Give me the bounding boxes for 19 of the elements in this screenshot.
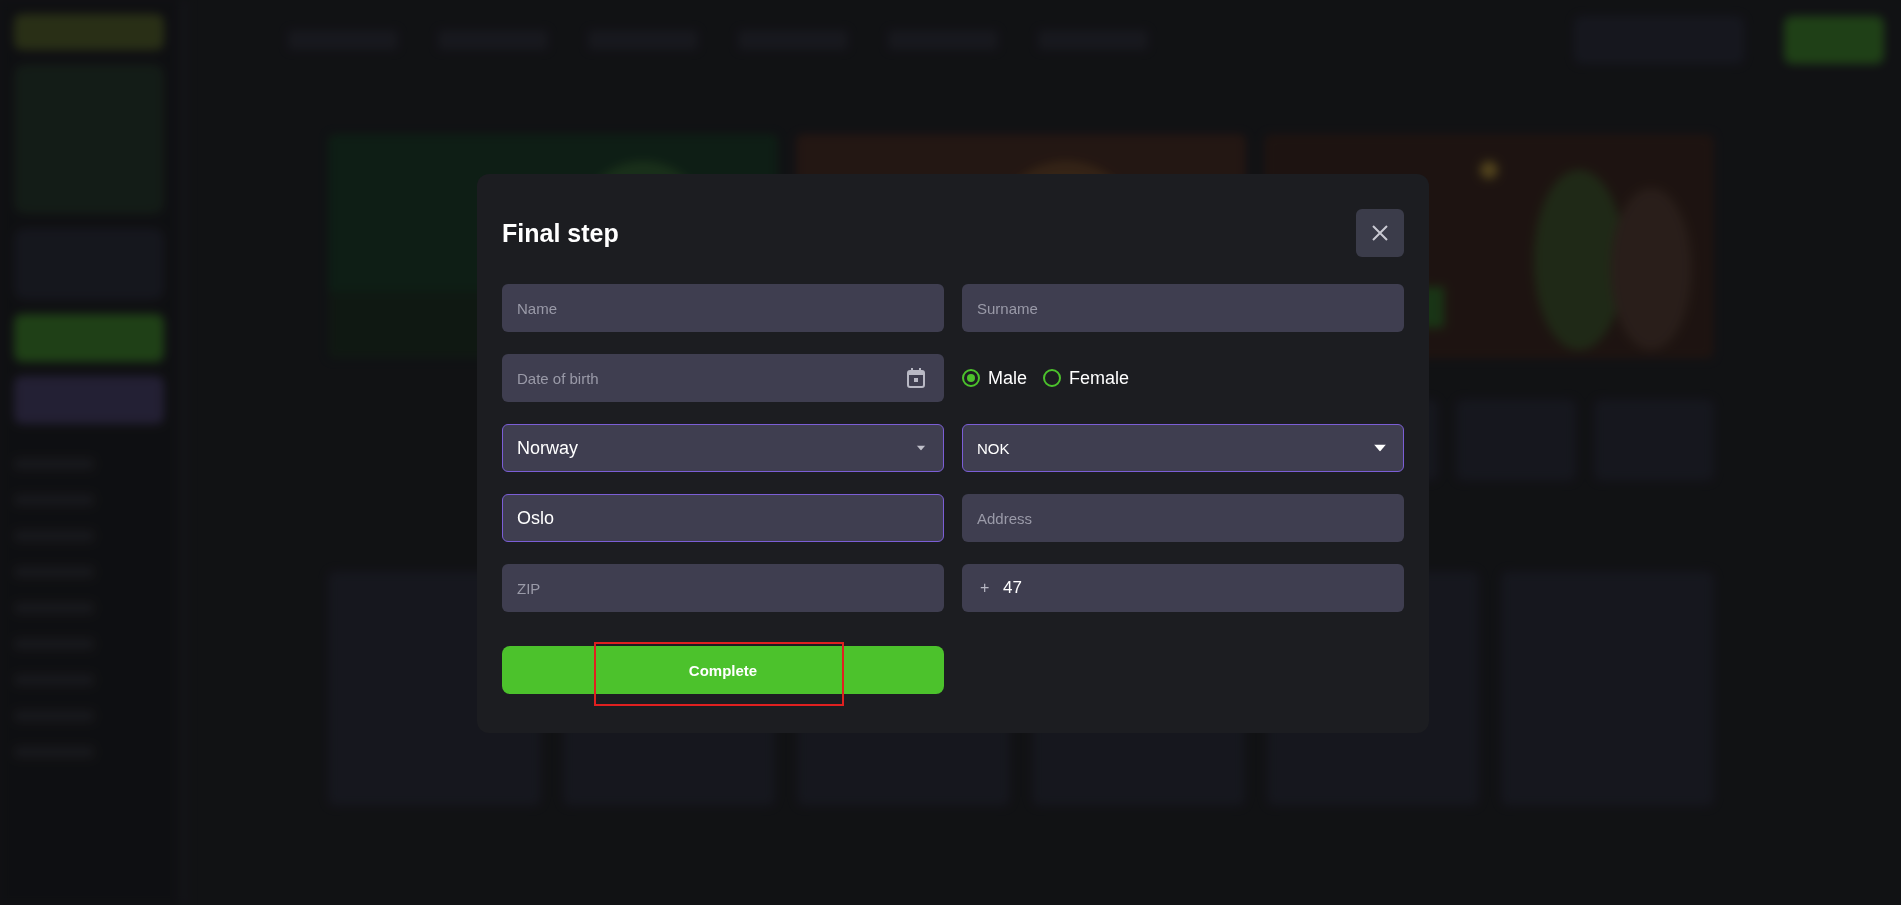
input-field[interactable]: Name bbox=[502, 284, 944, 332]
caret-icon bbox=[916, 445, 926, 451]
input-field[interactable]: Address bbox=[962, 494, 1404, 542]
close-button[interactable] bbox=[1356, 209, 1404, 257]
input-field[interactable]: ZIP bbox=[502, 564, 944, 612]
radio-button[interactable] bbox=[1043, 369, 1061, 387]
caret-icon bbox=[1374, 444, 1386, 452]
close-icon bbox=[1371, 224, 1389, 242]
radio-label: Male bbox=[988, 367, 1027, 389]
date-field[interactable]: Date of birth bbox=[502, 354, 944, 402]
calendar-icon bbox=[906, 367, 926, 389]
input-field[interactable]: Oslo bbox=[502, 494, 944, 542]
input-field[interactable]: Surname bbox=[962, 284, 1404, 332]
select-field[interactable]: NOK bbox=[962, 424, 1404, 472]
radio-button[interactable] bbox=[962, 369, 980, 387]
radio-label: Female bbox=[1069, 367, 1130, 389]
dialog-title: Final step bbox=[502, 218, 619, 248]
phone-prefix: + bbox=[980, 579, 990, 597]
select-field[interactable]: Norway bbox=[502, 424, 944, 472]
